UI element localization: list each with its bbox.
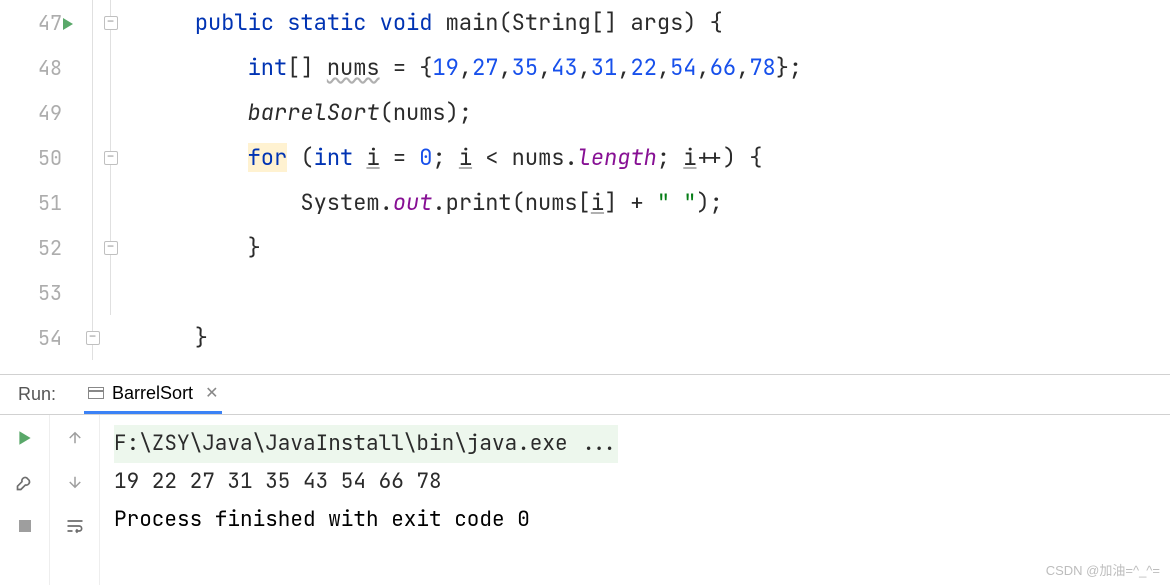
arrow-up-icon[interactable] — [62, 425, 88, 451]
console-command: F:\ZSY\Java\JavaInstall\bin\java.exe ... — [114, 425, 618, 463]
line-number — [0, 360, 82, 375]
watermark: CSDN @加油=^_^= — [1046, 560, 1160, 579]
rerun-button[interactable] — [12, 425, 38, 451]
line-number: 52 — [0, 225, 82, 270]
line-number: 47 — [0, 0, 82, 45]
line-number: 54 — [0, 315, 82, 360]
code-line[interactable]: } — [142, 315, 1170, 360]
run-line-icon[interactable] — [60, 12, 76, 38]
code-line[interactable]: int[] nums = {19,27,35,43,31,22,54,66,78… — [142, 45, 1170, 90]
code-line[interactable]: } — [142, 225, 1170, 270]
fold-toggle-icon[interactable] — [104, 151, 118, 165]
fold-toggle-icon[interactable] — [104, 16, 118, 30]
line-number: 53 — [0, 270, 82, 315]
window-icon — [88, 387, 104, 399]
wrench-icon[interactable] — [12, 469, 38, 495]
console-output[interactable]: F:\ZSY\Java\JavaInstall\bin\java.exe ...… — [100, 415, 1170, 585]
console-exit: Process finished with exit code 0 — [114, 501, 1156, 539]
fold-toggle-icon[interactable] — [104, 241, 118, 255]
arrow-down-icon[interactable] — [62, 469, 88, 495]
code-line[interactable]: for (int i = 0; i < nums.length; i++) { — [142, 135, 1170, 180]
run-panel-header: Run: BarrelSort ✕ — [0, 375, 1170, 415]
ln: 47 — [38, 10, 62, 36]
run-body: F:\ZSY\Java\JavaInstall\bin\java.exe ...… — [0, 415, 1170, 585]
code-line[interactable]: barrelSort(nums); — [142, 90, 1170, 135]
run-tab-label: BarrelSort — [112, 383, 193, 404]
run-panel: Run: BarrelSort ✕ — [0, 375, 1170, 585]
fold-toggle-icon[interactable] — [86, 331, 100, 345]
run-toolbar-left — [0, 415, 50, 585]
line-number: 48 — [0, 45, 82, 90]
line-number-gutter: 47 48 49 50 51 52 53 54 — [0, 0, 82, 374]
line-number: 49 — [0, 90, 82, 135]
editor-area: 47 48 49 50 51 52 53 54 public static vo… — [0, 0, 1170, 375]
console-stdout: 19 22 27 31 35 43 54 66 78 — [114, 463, 1156, 501]
code-line[interactable] — [142, 270, 1170, 315]
run-label: Run: — [18, 384, 56, 405]
close-icon[interactable]: ✕ — [205, 383, 218, 403]
code-editor[interactable]: public static void main(String[] args) {… — [142, 0, 1170, 374]
code-line[interactable]: public static void main(String[] args) { — [142, 0, 1170, 45]
code-line[interactable]: System.out.print(nums[i] + " "); — [142, 180, 1170, 225]
soft-wrap-icon[interactable] — [62, 513, 88, 539]
line-number: 50 — [0, 135, 82, 180]
line-number: 51 — [0, 180, 82, 225]
fold-gutter — [82, 0, 142, 374]
run-toolbar-nav — [50, 415, 100, 585]
run-tab[interactable]: BarrelSort ✕ — [84, 375, 222, 414]
stop-button[interactable] — [12, 513, 38, 539]
